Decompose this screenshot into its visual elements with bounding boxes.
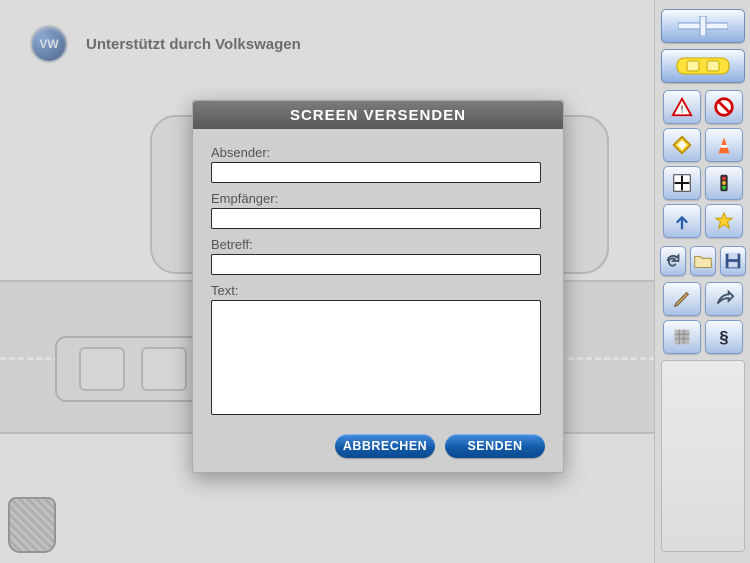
pencil-icon: [671, 288, 693, 310]
no-entry-sign-button[interactable]: [705, 90, 743, 124]
send-screen-dialog: SCREEN VERSENDEN Absender: Empfänger: Be…: [192, 100, 564, 473]
open-folder-button[interactable]: [690, 246, 716, 276]
plus-icon: [678, 16, 728, 36]
new-sheet-button[interactable]: [661, 9, 745, 43]
paragraph-icon: §: [713, 326, 735, 348]
subject-input[interactable]: [211, 254, 541, 275]
body-textarea[interactable]: [211, 300, 541, 415]
pencil-draw-button[interactable]: [663, 282, 701, 316]
redo-icon: [662, 250, 684, 272]
no-entry-icon: [713, 96, 735, 118]
grid-texture-button[interactable]: [663, 320, 701, 354]
grid-icon: [671, 326, 693, 348]
recipient-input[interactable]: [211, 208, 541, 229]
right-toolbar: !: [654, 0, 750, 563]
dialog-title: SCREEN VERSENDEN: [193, 101, 563, 129]
svg-text:!: !: [680, 105, 683, 116]
paragraph-sign-button[interactable]: §: [705, 320, 743, 354]
save-icon: [722, 250, 744, 272]
direction-arrow-icon: [671, 210, 693, 232]
subject-label: Betreff:: [211, 237, 545, 252]
share-export-button[interactable]: [705, 282, 743, 316]
cancel-button[interactable]: ABBRECHEN: [335, 434, 435, 458]
traffic-light-button[interactable]: [705, 166, 743, 200]
folder-icon: [692, 250, 714, 272]
traffic-cone-icon: [713, 134, 735, 156]
recipient-label: Empfänger:: [211, 191, 545, 206]
save-disk-button[interactable]: [720, 246, 746, 276]
toolbar-drop-slot[interactable]: [661, 360, 745, 552]
star-favorite-button[interactable]: [705, 204, 743, 238]
sender-label: Absender:: [211, 145, 545, 160]
star-icon: [713, 210, 735, 232]
redo-button[interactable]: [660, 246, 686, 276]
car-icon: [675, 55, 731, 77]
car-template-button[interactable]: [661, 49, 745, 83]
warning-sign-icon: !: [671, 96, 693, 118]
priority-sign-button[interactable]: [663, 128, 701, 162]
share-icon: [713, 288, 735, 310]
sender-input[interactable]: [211, 162, 541, 183]
intersection-sign-button[interactable]: [663, 166, 701, 200]
traffic-light-icon: [713, 172, 735, 194]
warning-sign-button[interactable]: !: [663, 90, 701, 124]
priority-sign-icon: [671, 134, 693, 156]
traffic-cone-button[interactable]: [705, 128, 743, 162]
dialog-button-row: ABBRECHEN SENDEN: [211, 434, 545, 458]
dialog-body: Absender: Empfänger: Betreff: Text: ABBR…: [193, 129, 563, 472]
direction-arrow-button[interactable]: [663, 204, 701, 238]
svg-text:§: §: [719, 329, 728, 347]
body-label: Text:: [211, 283, 545, 298]
intersection-icon: [671, 172, 693, 194]
send-button[interactable]: SENDEN: [445, 434, 545, 458]
